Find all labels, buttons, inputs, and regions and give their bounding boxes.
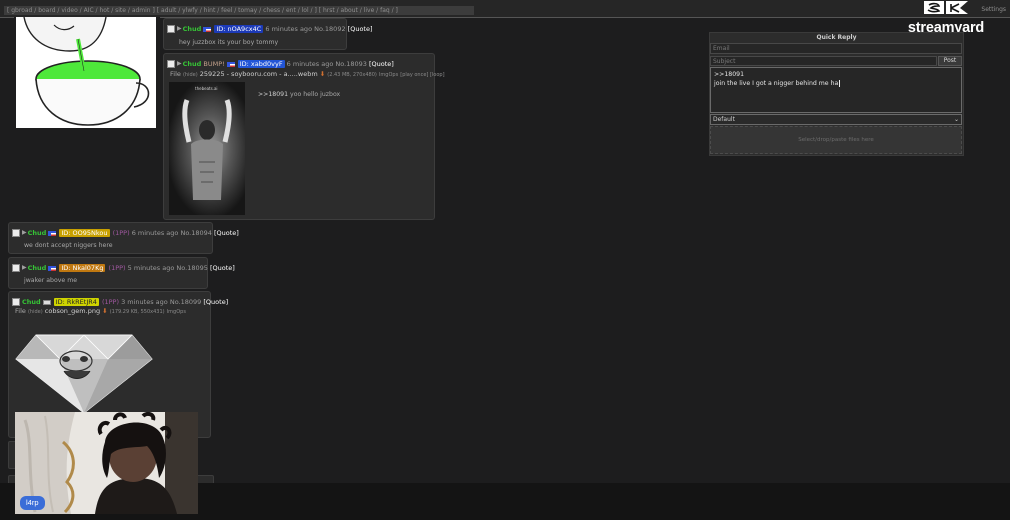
file-info: File (hide) 259225 - soybooru.com - a...… bbox=[170, 70, 445, 78]
post-time: 6 minutes ago bbox=[265, 25, 313, 33]
post-button[interactable]: Post bbox=[938, 56, 962, 66]
video-thumbnail[interactable]: thebeats.ai bbox=[169, 82, 245, 215]
poster-name: Chud bbox=[22, 298, 41, 306]
file-meta: (179.29 KB, 550x431) bbox=[109, 309, 165, 315]
download-icon[interactable]: ⬇ bbox=[320, 70, 325, 78]
comment-quote-line: >>18091 bbox=[714, 71, 745, 78]
poster-name: Chud bbox=[27, 229, 47, 237]
poster-name: Chud bbox=[182, 60, 202, 68]
quote-link[interactable]: [Quote] bbox=[210, 264, 235, 272]
post-backlink[interactable]: >>18091 bbox=[258, 91, 288, 98]
quote-link[interactable]: [Quote] bbox=[369, 60, 394, 68]
post-select-checkbox[interactable] bbox=[167, 60, 175, 68]
board-links[interactable]: [ gbroad / board / video / AIC / hot / s… bbox=[4, 6, 474, 15]
post-meta: Chud ID: RkREtJR4 (1PP) 3 minutes ago No.… bbox=[12, 297, 228, 307]
file-name-link[interactable]: 259225 - soybooru.com - a.....webm bbox=[200, 70, 318, 78]
post-body: jwaker above me bbox=[24, 277, 78, 284]
file-name-link[interactable]: cobson_gem.png bbox=[45, 307, 100, 315]
post-meta: ▶Chud BUMP! ID: xabd0vyF 6 minutes ago No… bbox=[167, 59, 394, 69]
country-flag-icon bbox=[48, 265, 57, 271]
op-thumbnail-image[interactable] bbox=[14, 17, 160, 129]
reply-post-18093: ▶Chud BUMP! ID: xabd0vyF 6 minutes ago No… bbox=[163, 53, 445, 220]
file-label: File bbox=[15, 307, 26, 315]
poster-id[interactable]: ID: xabd0vyF bbox=[237, 60, 285, 68]
poster-id[interactable]: ID: RkREtJR4 bbox=[53, 298, 99, 306]
reply-post-18095: ▶Chud ID: Nkal07Kg (1PP) 5 minutes ago No… bbox=[8, 257, 235, 289]
quick-reply-panel: Quick Reply Email Subject Post >>18091 j… bbox=[709, 32, 964, 156]
file-actions[interactable]: [play once] [loop] bbox=[400, 72, 444, 78]
post-number[interactable]: No.18099 bbox=[170, 298, 201, 306]
file-meta: (2.43 MB, 270x480) bbox=[327, 72, 377, 78]
post-number[interactable]: No.18093 bbox=[335, 60, 366, 68]
posts-per-id: (1PP) bbox=[108, 264, 126, 272]
post-select-checkbox[interactable] bbox=[12, 229, 20, 237]
quick-reply-title[interactable]: Quick Reply bbox=[710, 34, 963, 41]
select-value: Default bbox=[713, 116, 735, 123]
post-meta: ▶Chud ID: Nkal07Kg (1PP) 5 minutes ago No… bbox=[12, 263, 235, 273]
country-flag-icon bbox=[203, 26, 212, 32]
post-time: 6 minutes ago bbox=[286, 60, 334, 68]
post-menu-arrow-icon[interactable]: ▶ bbox=[177, 60, 182, 67]
file-label: File bbox=[170, 70, 181, 78]
post-body: hey juzzbox its your boy tommy bbox=[179, 39, 279, 46]
diamond-image[interactable] bbox=[14, 329, 154, 415]
quote-link[interactable]: [Quote] bbox=[348, 25, 373, 33]
quote-link[interactable]: [Quote] bbox=[214, 229, 239, 237]
post-number[interactable]: No.18094 bbox=[180, 229, 211, 237]
country-flag-icon bbox=[42, 299, 51, 305]
file-drop-zone[interactable]: Select/drop/paste files here bbox=[710, 126, 962, 154]
post-style-select[interactable]: Default ⌄ bbox=[710, 114, 962, 125]
posts-per-id: (1PP) bbox=[101, 298, 120, 306]
country-flag-icon bbox=[226, 61, 235, 67]
quote-link[interactable]: [Quote] bbox=[203, 298, 228, 306]
post-menu-arrow-icon[interactable]: ▶ bbox=[22, 264, 27, 271]
subject-field[interactable]: Subject bbox=[710, 56, 937, 66]
email-field[interactable]: Email bbox=[710, 43, 962, 54]
reply-post-18094: ▶Chud ID: OO95Nkou (1PP) 6 minutes ago No… bbox=[8, 222, 239, 254]
download-icon[interactable]: ⬇ bbox=[102, 307, 107, 315]
imgops-link[interactable]: ImgOps bbox=[379, 72, 398, 78]
poster-tripcode: BUMP! bbox=[203, 60, 225, 68]
post-number[interactable]: No.18095 bbox=[176, 264, 207, 272]
post-body: >>18091 yoo hello juzbox bbox=[258, 91, 340, 98]
file-hide-link[interactable]: (hide) bbox=[183, 72, 198, 78]
poster-id[interactable]: ID: nOA9cx4C bbox=[214, 25, 264, 33]
poster-name: Chud bbox=[27, 264, 47, 272]
post-meta: ▶Chud ID: OO95Nkou (1PP) 6 minutes ago No… bbox=[12, 228, 239, 238]
imgops-link[interactable]: ImgOps bbox=[167, 309, 186, 315]
webcam-feed: l4rp bbox=[15, 412, 198, 514]
post-meta: ▶Chud ID: nOA9cx4C 6 minutes ago No.18092… bbox=[167, 24, 373, 34]
comment-text-line: join the live I got a nigger behind me h… bbox=[714, 80, 841, 87]
post-body-text: yoo hello juzbox bbox=[290, 91, 341, 98]
post-body: we dont accept niggers here bbox=[24, 242, 113, 249]
comment-textarea[interactable]: >>18091 join the live I got a nigger beh… bbox=[710, 67, 962, 113]
post-select-checkbox[interactable] bbox=[12, 298, 20, 306]
country-flag-icon bbox=[48, 230, 57, 236]
post-time: 3 minutes ago bbox=[121, 298, 168, 306]
streamyard-mark-icon bbox=[924, 1, 968, 14]
post-menu-arrow-icon[interactable]: ▶ bbox=[177, 25, 182, 32]
poster-id[interactable]: ID: Nkal07Kg bbox=[59, 264, 106, 272]
poster-name: Chud bbox=[182, 25, 202, 33]
post-time: 5 minutes ago bbox=[127, 264, 175, 272]
reply-post-18092: ▶Chud ID: nOA9cx4C 6 minutes ago No.18092… bbox=[163, 18, 373, 50]
webcam-name-tag: l4rp bbox=[20, 496, 45, 510]
post-time: 6 minutes ago bbox=[131, 229, 179, 237]
posts-per-id: (1PP) bbox=[112, 229, 130, 237]
video-figure-image bbox=[182, 99, 232, 200]
file-hide-link[interactable]: (hide) bbox=[28, 309, 43, 315]
post-number[interactable]: No.18092 bbox=[314, 25, 345, 33]
top-navigation-bar: [ gbroad / board / video / AIC / hot / s… bbox=[0, 0, 1010, 18]
post-select-checkbox[interactable] bbox=[12, 264, 20, 272]
post-select-checkbox[interactable] bbox=[167, 25, 175, 33]
file-info: File (hide) cobson_gem.png ⬇ (179.29 KB,… bbox=[15, 307, 186, 315]
poster-id[interactable]: ID: OO95Nkou bbox=[59, 229, 110, 237]
text-cursor bbox=[839, 80, 841, 87]
chevron-down-icon: ⌄ bbox=[953, 116, 959, 123]
post-menu-arrow-icon[interactable]: ▶ bbox=[22, 229, 27, 236]
